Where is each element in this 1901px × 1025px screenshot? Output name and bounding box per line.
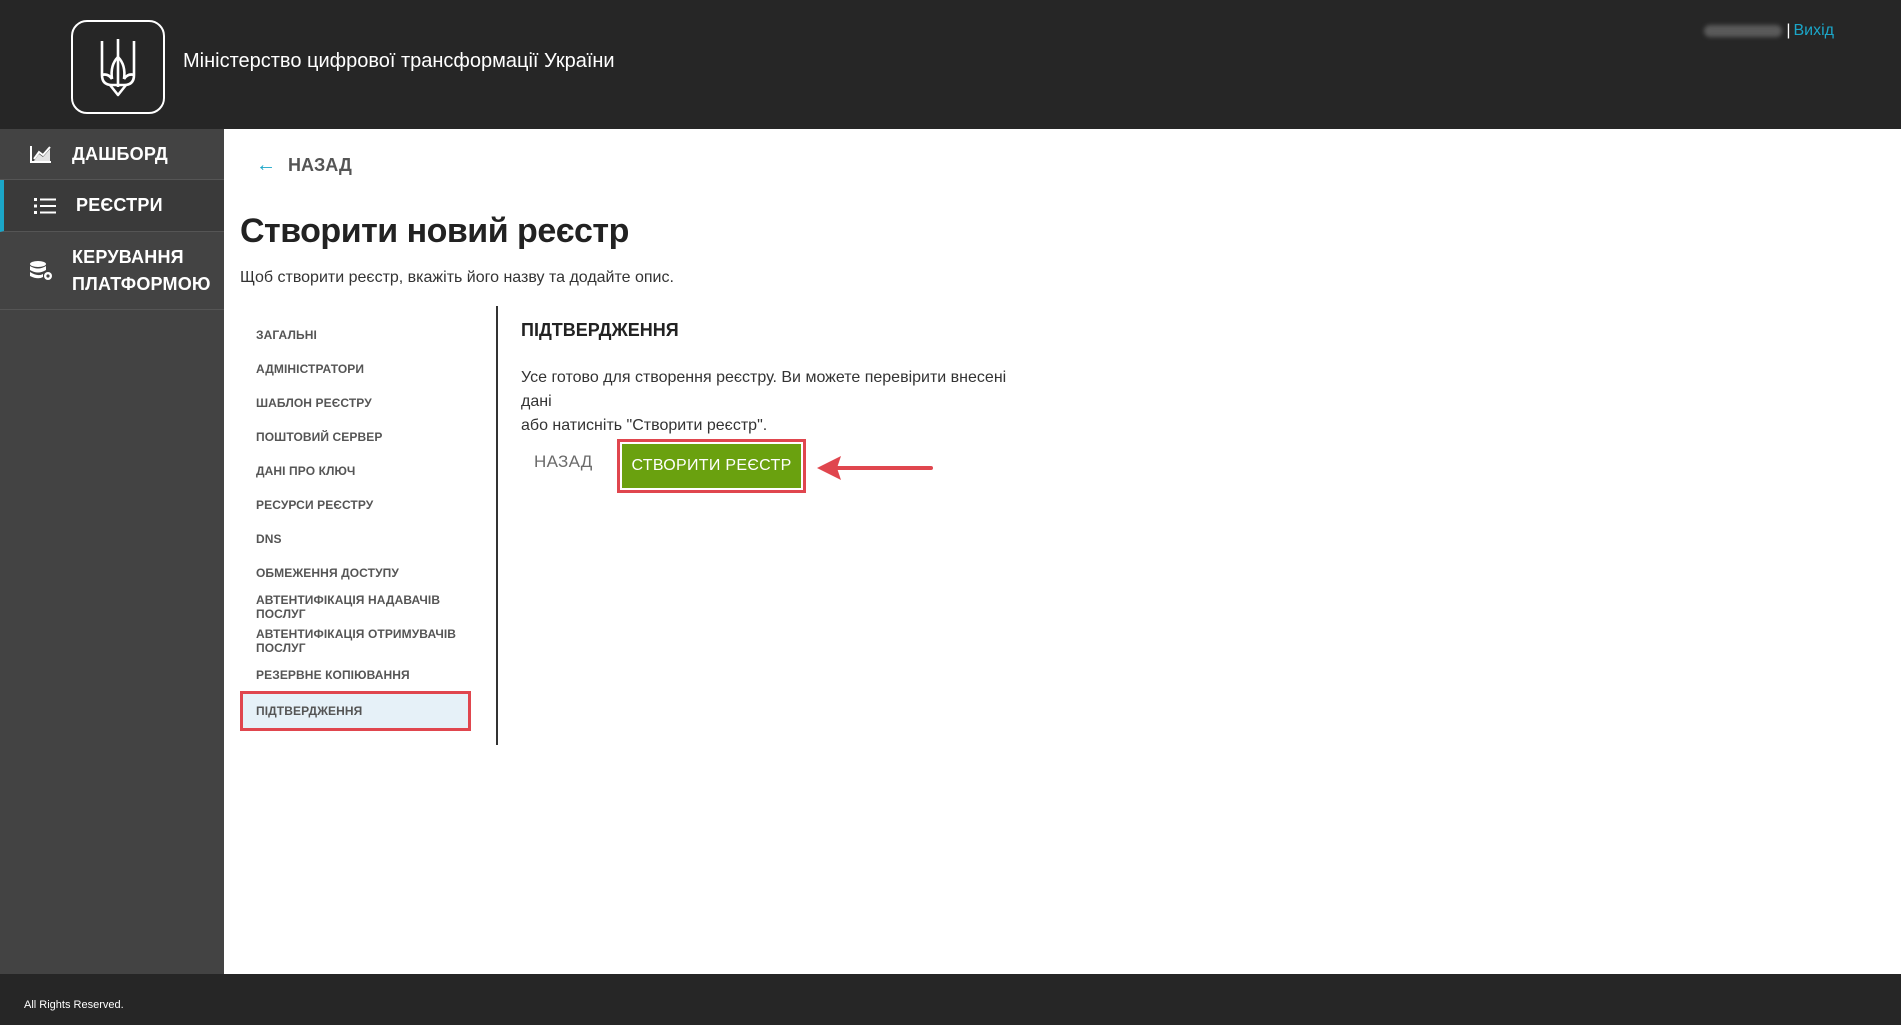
page-title: Створити новий реєстр: [240, 212, 629, 250]
blurred-username: [1704, 24, 1783, 37]
sidebar: ДАШБОРД РЕЄСТРИ КЕРУВАННЯ ПЛАТФОРМОЮ: [0, 129, 224, 974]
sidebar-item-platform-management[interactable]: КЕРУВАННЯ ПЛАТФОРМОЮ: [0, 232, 224, 310]
sidebar-item-dashboard[interactable]: ДАШБОРД: [0, 129, 224, 180]
sidebar-item-label: КЕРУВАННЯ ПЛАТФОРМОЮ: [72, 244, 211, 298]
section-text: Усе готово для створення реєстру. Ви мож…: [521, 366, 1041, 438]
footer: All Rights Reserved.: [0, 974, 1901, 1025]
step-dns[interactable]: DNS: [243, 522, 468, 556]
sidebar-item-label-line2: ПЛАТФОРМОЮ: [72, 273, 211, 294]
step-provider-auth[interactable]: АВТЕНТИФІКАЦІЯ НАДАВАЧІВ ПОСЛУГ: [243, 590, 468, 624]
step-backup[interactable]: РЕЗЕРВНЕ КОПІЮВАННЯ: [243, 658, 468, 692]
page-subtitle: Щоб створити реєстр, вкажіть його назву …: [240, 269, 674, 286]
step-registry-resources[interactable]: РЕСУРСИ РЕЄСТРУ: [243, 488, 468, 522]
back-link[interactable]: ← НАЗАД: [256, 154, 352, 177]
section-title: ПІДТВЕРДЖЕННЯ: [521, 320, 679, 340]
trident-logo[interactable]: [71, 20, 165, 114]
step-confirmation[interactable]: ПІДТВЕРДЖЕННЯ: [240, 691, 471, 731]
step-general[interactable]: ЗАГАЛЬНІ: [243, 318, 468, 352]
logout-link[interactable]: Вихід: [1794, 22, 1835, 39]
step-access-restrictions[interactable]: ОБМЕЖЕННЯ ДОСТУПУ: [243, 556, 468, 590]
stepper-divider: [496, 306, 498, 745]
section-text-line2: або натисніть "Створити реєстр".: [521, 417, 768, 434]
sidebar-item-registries[interactable]: РЕЄСТРИ: [0, 180, 224, 232]
sidebar-item-label-line1: КЕРУВАННЯ: [72, 246, 184, 267]
section-text-line1: Усе готово для створення реєстру. Ви мож…: [521, 369, 1007, 410]
step-registry-template[interactable]: ШАБЛОН РЕЄСТРУ: [243, 386, 468, 420]
back-link-label: НАЗАД: [288, 155, 352, 175]
back-button[interactable]: НАЗАД: [534, 452, 593, 472]
annotation-arrow-icon: [817, 456, 933, 480]
header: Міністерство цифрової трансформації Укра…: [0, 0, 1901, 129]
step-key-data[interactable]: ДАНІ ПРО КЛЮЧ: [243, 454, 468, 488]
step-recipient-auth[interactable]: АВТЕНТИФІКАЦІЯ ОТРИМУВАЧІВ ПОСЛУГ: [243, 624, 468, 658]
user-area: | Вихід: [1704, 22, 1834, 40]
arrow-left-icon: ←: [256, 154, 276, 176]
chart-line-icon: [28, 143, 54, 165]
list-icon: [32, 195, 58, 217]
step-administrators[interactable]: АДМІНІСТРАТОРИ: [243, 352, 468, 386]
trident-icon: [100, 39, 136, 97]
ministry-name: Міністерство цифрової трансформації Укра…: [183, 50, 615, 72]
user-separator: |: [1786, 22, 1791, 39]
footer-copyright: All Rights Reserved.: [24, 999, 124, 1011]
create-registry-button[interactable]: СТВОРИТИ РЕЄСТР: [617, 439, 806, 493]
sidebar-item-label: РЕЄСТРИ: [76, 195, 163, 215]
sidebar-item-label: ДАШБОРД: [72, 143, 168, 164]
database-gear-icon: [28, 260, 54, 282]
step-mail-server[interactable]: ПОШТОВИЙ СЕРВЕР: [243, 420, 468, 454]
